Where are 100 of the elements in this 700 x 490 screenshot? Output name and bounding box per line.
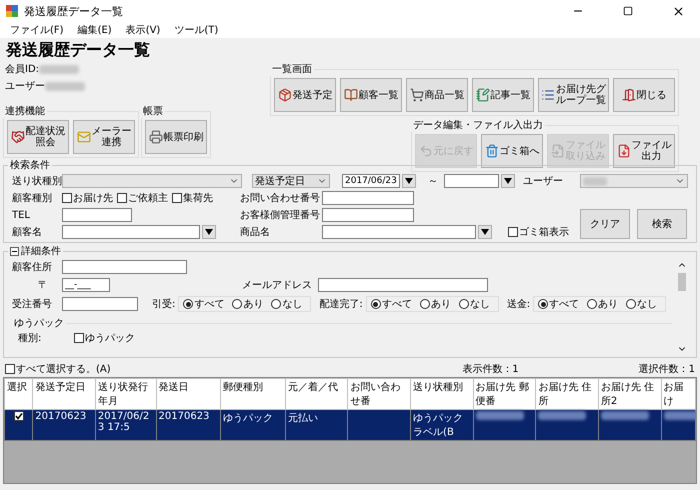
toolbar-button[interactable]: ゴミ箱へ — [481, 134, 543, 168]
date-type-select[interactable]: 発送予定日 — [252, 174, 330, 188]
customer-name-field[interactable] — [62, 225, 200, 239]
column-header[interactable]: 郵便種別 — [220, 378, 286, 410]
radio-label: すべて — [382, 298, 412, 311]
checkbox[interactable] — [172, 193, 182, 203]
maximize-icon[interactable] — [623, 6, 633, 16]
column-header[interactable]: 発送予定日 — [32, 378, 96, 410]
app-icon — [6, 5, 18, 17]
box-icon — [278, 88, 292, 102]
field-label: ユーザー — [523, 175, 563, 188]
group-title: 連携機能 — [4, 104, 46, 118]
close-icon[interactable] — [672, 4, 684, 18]
file-import-icon — [550, 144, 564, 158]
checkbox[interactable] — [117, 193, 127, 203]
panel-title: 詳細条件 — [8, 244, 63, 258]
date-from-field[interactable]: 2017/06/23 — [342, 174, 400, 188]
checkbox[interactable] — [74, 333, 84, 343]
account-label: 会員ID: — [5, 63, 40, 76]
address-field[interactable] — [62, 260, 187, 274]
column-header[interactable]: 発送日 — [156, 378, 221, 410]
column-header[interactable]: お届け先 郵便番 — [473, 378, 536, 410]
checkbox[interactable] — [14, 411, 24, 421]
inquiry-number-field[interactable] — [322, 191, 414, 205]
radio-button[interactable] — [232, 299, 242, 309]
field-label: 種別: — [18, 332, 42, 345]
table-cell: 20170623 — [32, 410, 96, 440]
toolbar-button[interactable]: 商品一覧 — [406, 78, 468, 112]
search-button[interactable]: 検索 — [637, 209, 687, 239]
group-title: 一覧画面 — [271, 63, 313, 76]
table-cell: ゆうパックラベル(B — [410, 410, 474, 440]
menu-item[interactable]: ツール(T) — [174, 23, 218, 37]
redacted-value — [583, 176, 607, 186]
radio-button[interactable] — [458, 299, 469, 309]
radio-button[interactable] — [183, 299, 194, 309]
toolbar-button[interactable]: 配達状況 照会 — [7, 120, 69, 154]
radio-button[interactable] — [626, 299, 636, 309]
dropdown-button[interactable] — [478, 225, 492, 239]
cart-icon — [410, 88, 424, 102]
checkbox[interactable] — [508, 227, 518, 237]
checkbox[interactable] — [62, 193, 72, 203]
radio-button[interactable] — [370, 299, 381, 309]
radio-label: なし — [282, 298, 302, 311]
column-header[interactable]: 元／着／代 — [285, 378, 348, 410]
radio-label: なし — [637, 298, 658, 311]
toolbar-button[interactable]: 発送予定 — [274, 78, 336, 112]
handshake-icon — [10, 130, 24, 144]
radio-label: すべて — [549, 298, 580, 311]
toolbar-button[interactable]: お届け先グ ループ一覧 — [538, 78, 609, 112]
group-title: 帳票 — [142, 105, 164, 118]
radio-button[interactable] — [538, 299, 548, 309]
dropdown-button[interactable] — [202, 225, 216, 239]
column-header[interactable]: お届け — [661, 378, 696, 410]
radio-label: すべて — [194, 298, 224, 311]
toolbar-button[interactable]: 記事一覧 — [472, 78, 534, 112]
undo-icon — [418, 144, 432, 158]
table-row[interactable]: 20170623 2017/06/23 17:5 20170623 ゆうパック 元払い ゆうパックラベル(B — [4, 410, 696, 440]
checkbox[interactable] — [5, 364, 15, 374]
date-to-field[interactable] — [444, 174, 499, 188]
toolbar-button[interactable]: ファイル 出力 — [613, 134, 675, 168]
email-field[interactable] — [318, 278, 488, 292]
radio-label: なし — [470, 298, 490, 311]
postal-code-field[interactable]: __-___ — [62, 278, 110, 292]
clear-button[interactable]: クリア — [580, 209, 630, 239]
menu-item[interactable]: 編集(E) — [78, 23, 112, 37]
field-label: TEL — [12, 210, 31, 220]
calendar-button[interactable] — [402, 174, 416, 188]
toolbar-button[interactable]: 閉じる — [613, 78, 675, 112]
menu-item[interactable]: 表示(V) — [126, 23, 160, 37]
order-number-field[interactable] — [62, 297, 138, 311]
radio-button[interactable] — [587, 299, 598, 309]
radio-button[interactable] — [271, 299, 282, 309]
group-title: データ編集・ファイル入出力 — [412, 118, 544, 132]
radio-label: あり — [243, 298, 264, 311]
dropdown-arrow-icon — [205, 229, 213, 235]
toolbar-button[interactable]: 帳票印刷 — [145, 120, 207, 154]
column-header[interactable]: お届け先 住所 — [536, 378, 598, 410]
display-count: 表示件数：1 — [462, 362, 519, 376]
dropdown-arrow-icon — [504, 178, 512, 184]
toolbar-button[interactable]: 顧客一覧 — [340, 78, 402, 112]
radio-button[interactable] — [420, 299, 430, 309]
dropdown-arrow-icon — [481, 229, 489, 235]
menu-item[interactable]: ファイル(F) — [10, 23, 64, 37]
collapse-icon[interactable] — [10, 246, 19, 256]
checkbox-label: ご依頼主 — [128, 192, 168, 205]
tel-field[interactable] — [62, 208, 132, 222]
column-header[interactable]: 送り状種別 — [410, 378, 474, 410]
column-header[interactable]: 送り状発行年月 — [95, 378, 156, 410]
scrollbar-thumb[interactable] — [678, 273, 686, 291]
radio-label: あり — [430, 298, 451, 311]
product-name-field[interactable] — [322, 225, 476, 239]
management-number-field[interactable] — [322, 208, 414, 222]
column-header[interactable]: お問い合わせ番 — [348, 378, 411, 410]
column-header[interactable]: 選択 — [4, 378, 33, 410]
column-header[interactable]: お届け先 住所2 — [598, 378, 662, 410]
page-heading: 発送履歴データ一覧 — [4, 39, 151, 61]
file-export-icon — [616, 144, 630, 158]
redacted-value — [39, 64, 80, 74]
toolbar-button[interactable]: メーラー 連携 — [73, 120, 135, 154]
calendar-button[interactable] — [501, 174, 515, 188]
